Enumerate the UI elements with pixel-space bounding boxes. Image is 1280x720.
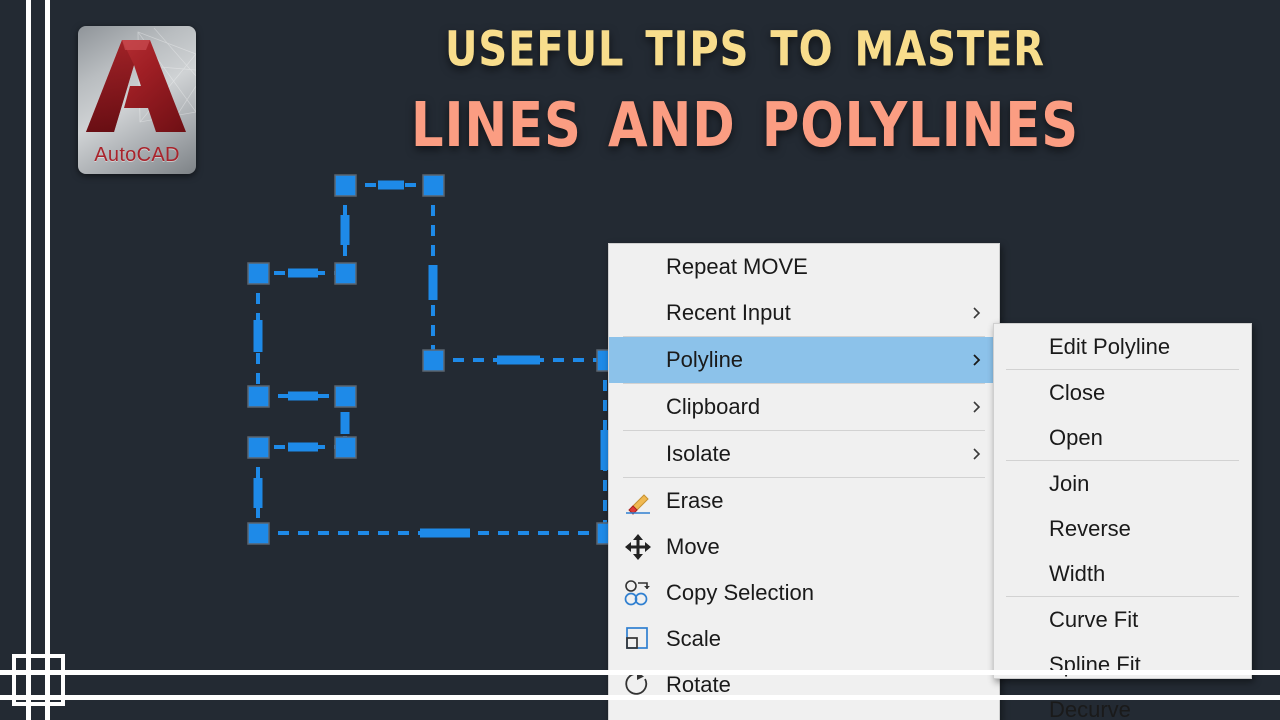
menu-item-label: Scale: [666, 626, 722, 651]
decor-vertical-line-1: [26, 0, 31, 720]
chevron-right-icon: [973, 448, 981, 460]
thumbnail-canvas: AutoCAD Useful tips to master Lines and …: [0, 0, 1280, 720]
submenu-item-width[interactable]: Width: [994, 551, 1251, 596]
move-arrows-icon: [625, 534, 651, 560]
menu-item-copy-selection[interactable]: Copy Selection: [609, 570, 999, 616]
menu-item-label: Curve Fit: [1049, 606, 1139, 632]
menu-item-recent-input[interactable]: Recent Input: [609, 290, 999, 336]
context-menu[interactable]: Repeat MOVE Recent Input Polyline Clipbo…: [608, 243, 1000, 720]
decor-horizontal-line-2: [0, 695, 1280, 700]
menu-item-label: Decurve: [1049, 696, 1131, 720]
menu-item-clipboard[interactable]: Clipboard: [609, 384, 999, 430]
menu-item-label: Clipboard: [666, 394, 761, 419]
logo-letter-a: [86, 40, 186, 132]
autocad-logo: AutoCAD: [78, 26, 196, 174]
submenu-item-close[interactable]: Close: [994, 370, 1251, 415]
menu-item-label: Copy Selection: [666, 580, 814, 605]
chevron-right-icon: [973, 354, 981, 366]
chevron-right-icon: [973, 401, 981, 413]
submenu-item-reverse[interactable]: Reverse: [994, 506, 1251, 551]
menu-item-label: Join: [1049, 470, 1090, 496]
menu-item-erase[interactable]: Erase: [609, 478, 999, 524]
submenu-item-decurve[interactable]: Decurve: [994, 687, 1251, 720]
submenu-item-open[interactable]: Open: [994, 415, 1251, 460]
scale-icon: [626, 627, 648, 649]
menu-item-label: Isolate: [666, 441, 731, 466]
submenu-item-join[interactable]: Join: [994, 461, 1251, 506]
menu-item-repeat-move[interactable]: Repeat MOVE: [609, 244, 999, 290]
polyline-submenu[interactable]: Edit Polyline Close Open Join Reverse Wi…: [993, 323, 1252, 720]
menu-item-label: Open: [1049, 424, 1103, 450]
submenu-item-curve-fit[interactable]: Curve Fit: [994, 597, 1251, 642]
menu-item-move[interactable]: Move: [609, 524, 999, 570]
logo-brand-text: AutoCAD: [94, 144, 180, 166]
menu-item-label: Reverse: [1049, 515, 1131, 541]
menu-item-draw-order[interactable]: Draw Order: [609, 708, 999, 720]
decor-horizontal-line-1: [0, 670, 1280, 675]
chevron-right-icon: [973, 307, 981, 319]
menu-item-isolate[interactable]: Isolate: [609, 431, 999, 477]
menu-item-label: Edit Polyline: [1049, 333, 1171, 359]
submenu-item-spline-fit[interactable]: Spline Fit: [994, 642, 1251, 687]
menu-item-polyline[interactable]: Polyline: [609, 337, 999, 383]
submenu-item-edit-polyline[interactable]: Edit Polyline: [994, 324, 1251, 369]
menu-item-rotate[interactable]: Rotate: [609, 662, 999, 708]
menu-item-label: Width: [1049, 560, 1106, 586]
menu-item-label: Polyline: [666, 347, 744, 372]
menu-item-label: Close: [1049, 379, 1106, 405]
menu-item-scale[interactable]: Scale: [609, 616, 999, 662]
menu-item-label: Move: [666, 534, 720, 559]
menu-item-label: Repeat MOVE: [666, 254, 808, 279]
eraser-icon: [626, 494, 650, 515]
decor-vertical-line-2: [45, 0, 50, 720]
menu-item-label: Erase: [666, 488, 724, 513]
menu-item-label: Recent Input: [666, 300, 791, 325]
copy-selection-icon: [624, 580, 650, 606]
